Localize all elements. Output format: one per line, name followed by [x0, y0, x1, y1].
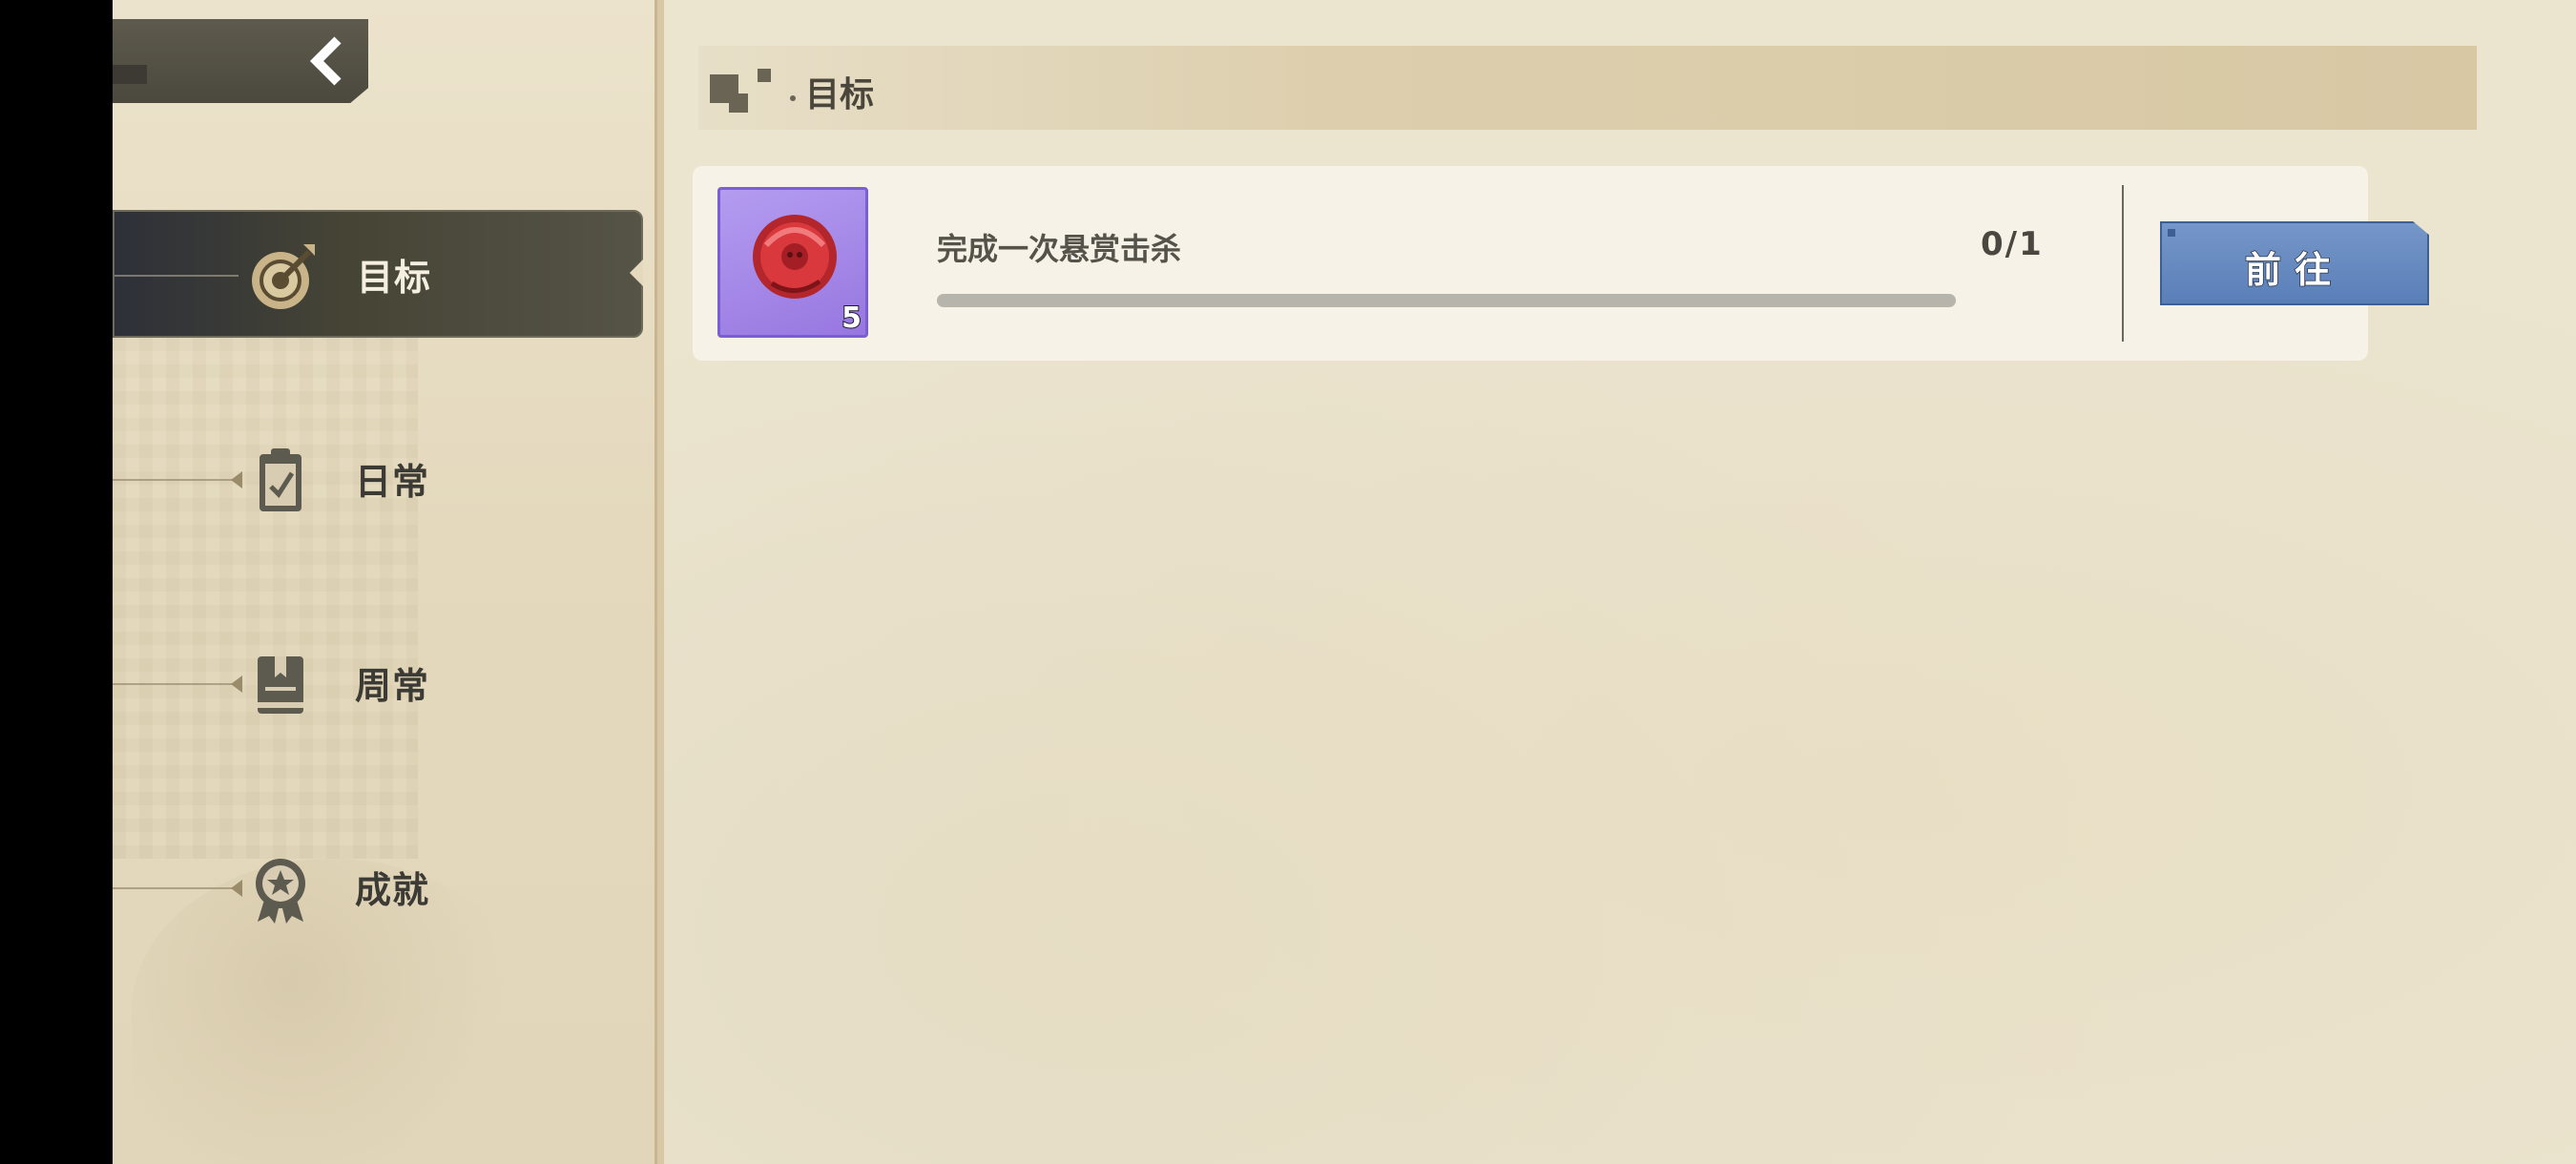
sidebar: 目标 日常 周常 成就 — [113, 0, 658, 1164]
nav-item-target[interactable]: 目标 — [113, 210, 643, 338]
back-button[interactable] — [113, 19, 368, 103]
back-arrow-icon — [309, 36, 342, 86]
back-button-tab — [113, 65, 147, 84]
goto-button[interactable]: 前往 — [2160, 221, 2429, 305]
target-icon — [246, 240, 319, 313]
section-header: 目标 — [698, 46, 2477, 130]
reward-count: 5 — [841, 301, 862, 336]
nav-item-achievement[interactable]: 成就 — [113, 824, 643, 952]
nav-arrow — [231, 471, 242, 488]
sidebar-background-pattern — [113, 324, 418, 859]
nav-label-daily: 日常 — [355, 461, 430, 503]
nav-label-achievement: 成就 — [355, 869, 430, 911]
header-dot — [790, 95, 796, 101]
nav-item-daily[interactable]: 日常 — [113, 416, 643, 544]
nav-connector-line — [113, 887, 237, 889]
card-separator — [2122, 185, 2124, 342]
page-title: 目标 — [805, 75, 875, 114]
task-card: 5 完成一次悬赏击杀 0/1 前往 — [693, 166, 2429, 361]
medal-icon — [244, 853, 317, 925]
nav-connector-line — [113, 683, 237, 685]
nav-connector-line — [113, 479, 237, 481]
nav-arrow — [231, 880, 242, 897]
active-notch — [630, 260, 643, 286]
red-token-icon — [753, 215, 837, 299]
panel-divider — [654, 0, 664, 1164]
button-corner-mark — [2168, 229, 2175, 237]
progress-bar — [937, 294, 1956, 307]
clipboard-icon — [244, 445, 317, 517]
reward-item[interactable]: 5 — [717, 187, 868, 338]
task-title: 完成一次悬赏击杀 — [937, 231, 1182, 267]
goto-button-label: 前往 — [2244, 248, 2344, 292]
nav-item-weekly[interactable]: 周常 — [113, 620, 643, 748]
nav-arrow — [231, 676, 242, 693]
nav-connector-line — [114, 275, 239, 277]
nav-label-weekly: 周常 — [355, 665, 430, 707]
book-icon — [244, 649, 317, 721]
nav-label-target: 目标 — [357, 257, 432, 299]
task-progress-text: 0/1 — [1981, 225, 2044, 263]
header-block-icon — [710, 69, 771, 113]
game-screen: 目标 日常 周常 成就 目标 5 完成一次悬赏击杀 0/1 前往 — [113, 0, 2576, 1164]
